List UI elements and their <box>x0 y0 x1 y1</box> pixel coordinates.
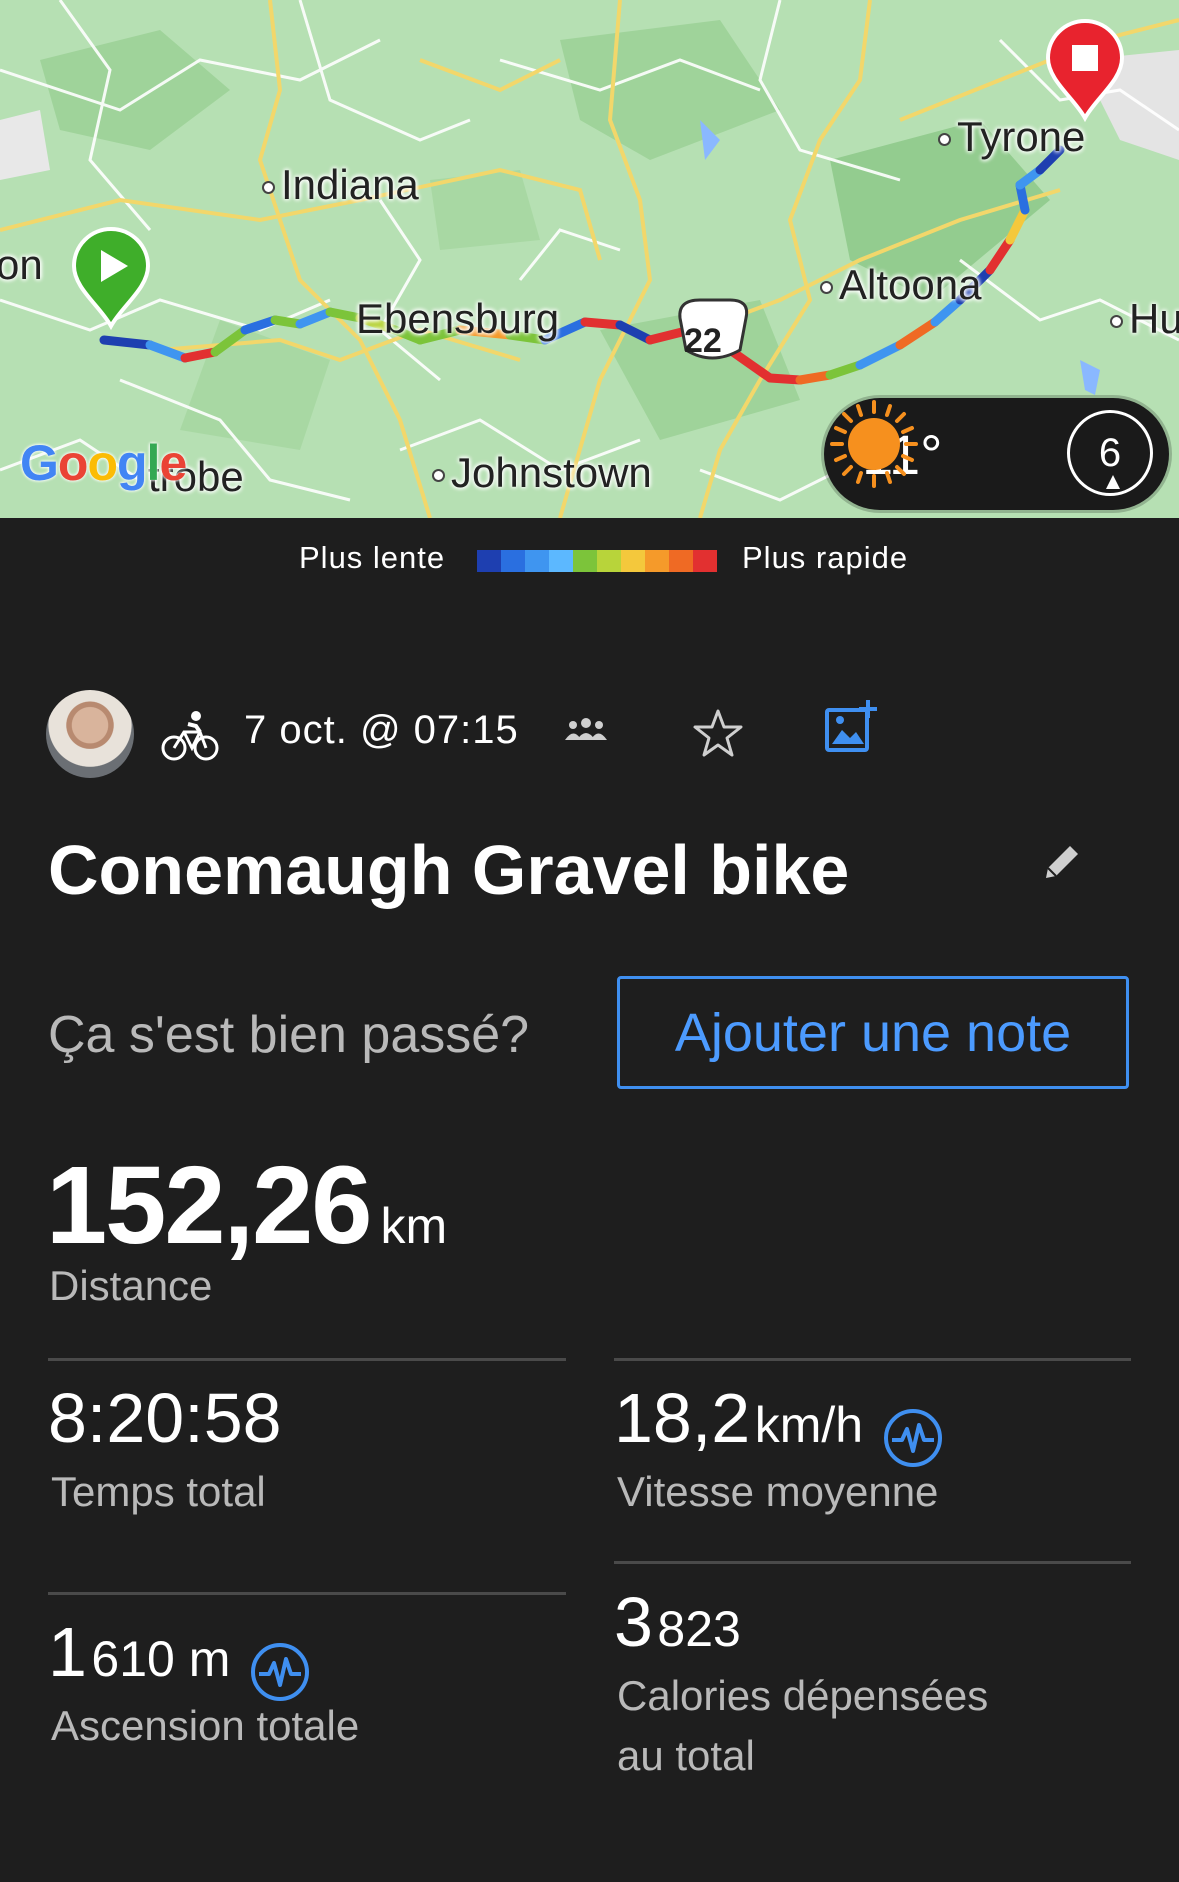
average-speed-unit: km/h <box>754 1397 864 1453</box>
feedback-question: Ça s'est bien passé? <box>48 1006 530 1064</box>
city-label-tyrone: Tyrone <box>938 116 1085 158</box>
city-label-partial-right: Hu <box>1110 298 1179 340</box>
ascent-unit: 610 m <box>91 1631 231 1687</box>
distance-label: Distance <box>49 1262 213 1309</box>
legend-slow-label: Plus lente <box>299 540 446 575</box>
calories-value: 3 <box>614 1583 653 1661</box>
wind-speed-value: 6 <box>1098 431 1122 475</box>
legend-color-bar <box>477 550 717 572</box>
group-icon[interactable] <box>564 716 608 742</box>
wind-compass-icon: 6 <box>1067 410 1153 496</box>
legend-swatch <box>525 550 549 572</box>
activity-title: Conemaugh Gravel bike <box>48 831 850 909</box>
divider <box>48 1358 566 1361</box>
divider <box>614 1561 1131 1564</box>
heart-rate-icon[interactable] <box>249 1641 311 1703</box>
city-label-indiana: Indiana <box>262 164 419 206</box>
add-note-button[interactable]: Ajouter une note <box>617 976 1129 1089</box>
legend-swatch <box>669 550 693 572</box>
city-label-johnstown: Johnstown <box>432 452 652 494</box>
legend-swatch <box>693 550 717 572</box>
activity-meta-row: 7 oct. @ 07:15 <box>46 688 1146 778</box>
calories-stat: 3 823 Calories dépensées au total <box>614 1582 988 1779</box>
total-time-label: Temps total <box>51 1468 266 1515</box>
legend-swatch <box>573 550 597 572</box>
distance-stat: 152,26 km <box>46 1142 447 1269</box>
divider <box>48 1592 566 1595</box>
route-map[interactable]: Indiana Ebensburg Johnstown Altoona Tyro… <box>0 0 1179 518</box>
speed-legend: Plus lente Plus rapide <box>0 540 1179 584</box>
legend-swatch <box>477 550 501 572</box>
total-time-value: 8:20:58 <box>48 1379 282 1457</box>
legend-swatch <box>501 550 525 572</box>
finish-marker-icon[interactable] <box>1044 18 1126 122</box>
weather-badge[interactable]: 11° 6 <box>824 398 1169 510</box>
ascent-label: Ascension totale <box>51 1702 360 1749</box>
divider <box>614 1358 1131 1361</box>
city-label-ebensburg: Ebensburg <box>356 295 560 342</box>
start-marker-icon[interactable] <box>70 226 152 330</box>
average-speed-stat: 18,2 km/h Vitesse moyenne <box>614 1378 944 1515</box>
add-photo-icon[interactable] <box>824 698 880 754</box>
average-speed-label: Vitesse moyenne <box>617 1468 939 1515</box>
city-label-partial-left: on <box>0 241 43 288</box>
calories-label-line2: au total <box>617 1732 755 1779</box>
average-speed-value: 18,2 <box>614 1379 751 1457</box>
heart-rate-icon[interactable] <box>882 1407 944 1469</box>
bicycle-icon <box>161 711 219 761</box>
avatar[interactable] <box>46 690 134 778</box>
sun-icon <box>830 400 918 488</box>
city-label-altoona: Altoona <box>820 264 981 306</box>
legend-swatch <box>597 550 621 572</box>
google-attribution[interactable]: Google <box>20 438 187 488</box>
legend-swatch <box>549 550 573 572</box>
star-icon[interactable] <box>692 708 744 758</box>
total-ascent-stat: 1 610 m Ascension totale <box>48 1612 359 1749</box>
edit-pencil-icon[interactable] <box>1040 840 1084 884</box>
route-shield-number: 22 <box>684 322 722 360</box>
calories-label-line1: Calories dépensées <box>617 1672 989 1719</box>
activity-date: 7 oct. @ 07:15 <box>244 708 519 752</box>
calories-unit: 823 <box>657 1601 741 1657</box>
distance-unit: km <box>380 1198 448 1254</box>
legend-swatch <box>645 550 669 572</box>
legend-swatch <box>621 550 645 572</box>
distance-value: 152,26 <box>46 1144 372 1267</box>
ascent-value: 1 <box>48 1613 87 1691</box>
total-time-stat: 8:20:58 Temps total <box>48 1378 282 1515</box>
legend-fast-label: Plus rapide <box>742 540 909 575</box>
